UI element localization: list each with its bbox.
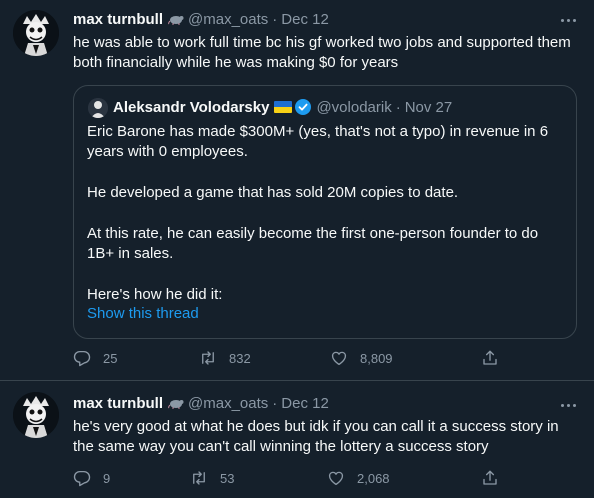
reply-count: 9 (103, 470, 111, 486)
tweet[interactable]: max turnbull @max_oats · Dec 12 he was a… (0, 0, 594, 381)
quoted-paragraph: Eric Barone has made $300M+ (yes, that's… (87, 123, 549, 160)
avatar[interactable] (13, 10, 59, 56)
reply-icon (73, 470, 91, 487)
heart-icon (331, 351, 347, 366)
quoted-text: Eric Barone has made $300M+ (yes, that's… (87, 122, 563, 326)
retweet-icon (202, 351, 214, 365)
separator: · (395, 98, 401, 116)
tweet-actions: 25 832 8,809 (73, 348, 503, 368)
reply-button[interactable]: 9 (73, 468, 110, 488)
show-thread-link[interactable]: Show this thread (87, 305, 199, 322)
retweet-icon (193, 471, 205, 485)
share-icon (483, 350, 497, 365)
like-count: 8,809 (360, 350, 393, 366)
reply-button[interactable]: 25 (73, 348, 117, 368)
quoted-header: Aleksandr Volodarsky @volodarik · Nov 27 (113, 97, 452, 117)
like-button[interactable]: 2,068 (327, 468, 390, 488)
like-button[interactable]: 8,809 (330, 348, 393, 368)
ukraine-flag-icon (274, 101, 293, 113)
quoted-author-name: Aleksandr Volodarsky (113, 98, 270, 116)
avatar[interactable] (13, 392, 59, 438)
tweet-actions: 9 53 2,068 (73, 468, 503, 488)
tweet-date[interactable]: Dec 12 (281, 11, 329, 28)
rat-emoji-icon (168, 16, 184, 25)
tweet-text: he's very good at what he does but idk i… (73, 418, 559, 455)
share-button[interactable] (481, 468, 511, 488)
tweet-header: max turnbull @max_oats · Dec 12 (73, 393, 329, 413)
retweet-count: 832 (229, 350, 251, 366)
separator: · (272, 394, 278, 412)
quoted-paragraph: Here's how he did it: (87, 286, 223, 303)
quoted-paragraph: At this rate, he can easily become the f… (87, 225, 539, 262)
verified-badge-icon (295, 99, 312, 115)
retweet-button[interactable]: 53 (190, 468, 234, 488)
quoted-date: Nov 27 (404, 98, 453, 116)
quoted-avatar (88, 98, 108, 118)
retweet-button[interactable]: 832 (199, 348, 251, 368)
more-options-icon[interactable] (556, 11, 580, 29)
quoted-handle: @volodarik (316, 98, 392, 116)
reply-count: 25 (103, 350, 118, 366)
author-name[interactable]: max turnbull (73, 11, 163, 28)
author-handle[interactable]: @max_oats (188, 395, 268, 412)
share-icon (483, 470, 497, 485)
author-name[interactable]: max turnbull (73, 395, 163, 412)
quoted-paragraph: He developed a game that has sold 20M co… (87, 184, 459, 201)
reply-icon (73, 350, 91, 367)
more-options-icon[interactable] (556, 396, 580, 414)
author-handle[interactable]: @max_oats (188, 11, 268, 28)
heart-icon (328, 471, 344, 486)
rat-emoji-icon (168, 400, 184, 409)
quoted-tweet[interactable]: Aleksandr Volodarsky @volodarik · Nov 27… (73, 85, 577, 339)
like-count: 2,068 (357, 470, 390, 486)
tweet-text: he was able to work full time bc his gf … (73, 34, 571, 71)
tweet-header: max turnbull @max_oats · Dec 12 (73, 9, 329, 29)
retweet-count: 53 (220, 470, 235, 486)
share-button[interactable] (481, 348, 511, 368)
separator: · (272, 10, 278, 28)
tweet-date[interactable]: Dec 12 (281, 395, 329, 412)
